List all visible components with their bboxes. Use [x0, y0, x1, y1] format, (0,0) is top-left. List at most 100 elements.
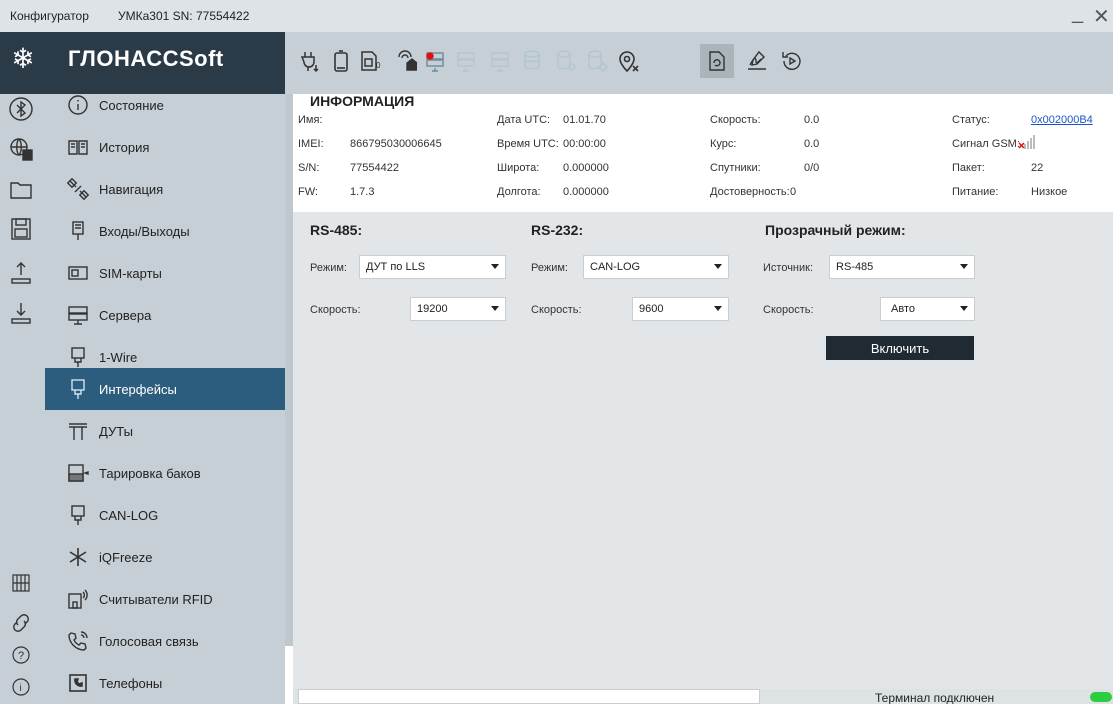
battery-icon[interactable] [328, 48, 354, 74]
upload-icon[interactable] [8, 260, 34, 286]
signature-icon[interactable] [744, 48, 770, 74]
packet-label: Пакет: [952, 162, 985, 174]
sidebar-item-label: Считыватели RFID [99, 591, 213, 607]
rs485-speed-select[interactable]: 19200 [410, 297, 506, 321]
logo-text: ГЛОНАССSoft [68, 46, 224, 71]
sidebar-item-label: Навигация [99, 181, 164, 197]
sidebar-item-phones[interactable]: Телефоны [45, 662, 285, 704]
plug-icon [63, 346, 93, 368]
rs232-mode-label: Режим: [531, 262, 568, 274]
rs485-speed-value: 19200 [417, 303, 448, 315]
link-icon[interactable] [8, 610, 34, 636]
fw-value: 1.7.3 [350, 186, 375, 198]
transparent-source-label: Источник: [763, 262, 814, 274]
sidebar-item-label: История [99, 139, 150, 155]
valid-label: Достоверность: [710, 186, 790, 198]
sidebar-item-navigation[interactable]: Навигация [45, 168, 285, 210]
server-icon [63, 304, 93, 326]
snowflake-logo-icon: ❄ [11, 43, 35, 74]
gsm-label: Сигнал GSM: [952, 138, 1020, 150]
phone-book-icon [63, 672, 93, 694]
sidebar-item-tank-calibration[interactable]: Тарировка баков [45, 452, 285, 494]
bluetooth-icon[interactable] [8, 96, 34, 122]
folder-icon[interactable] [8, 176, 34, 202]
home-signal-icon[interactable] [392, 48, 418, 74]
sidebar-item-fuel-sensors[interactable]: ДУТы [45, 410, 285, 452]
sats-label: Спутники: [710, 162, 761, 174]
sidebar-scrollbar[interactable] [285, 94, 293, 646]
lon-value: 0.000000 [563, 186, 609, 198]
lat-label: Широта: [497, 162, 540, 174]
satellite-icon [63, 178, 93, 200]
sidebar-item-io[interactable]: Входы/Выходы [45, 210, 285, 252]
sidebar-item-status[interactable]: Состояние [45, 84, 285, 126]
rs485-speed-label: Скорость: [310, 304, 361, 316]
help-icon[interactable]: ? [8, 642, 34, 668]
database-settings-icon[interactable] [584, 48, 610, 74]
svg-text:i: i [20, 683, 22, 694]
chevron-down-icon [714, 264, 722, 269]
history-play-icon[interactable] [779, 48, 805, 74]
rs232-mode-select[interactable]: CAN-LOG [583, 255, 729, 279]
date-value: 01.01.70 [563, 114, 606, 126]
info-title: ИНФОРМАЦИЯ [310, 93, 415, 109]
rs485-mode-label: Режим: [310, 262, 347, 274]
rs232-speed-value: 9600 [639, 303, 664, 315]
sidebar-item-label: 1-Wire [99, 349, 138, 365]
database-icon-1[interactable] [520, 48, 546, 74]
left-icon-column: ? i [0, 94, 45, 704]
server-icon-2[interactable] [488, 48, 514, 74]
sidebar-item-history[interactable]: История [45, 126, 285, 168]
transparent-source-select[interactable]: RS-485 [829, 255, 975, 279]
close-button[interactable]: ✕ [1093, 4, 1110, 29]
name-label: Имя: [298, 114, 323, 126]
status-label: Статус: [952, 114, 990, 126]
rfid-reader-icon [63, 588, 93, 610]
info-icon[interactable]: i [8, 674, 34, 700]
rs485-mode-select[interactable]: ДУТ по LLS [359, 255, 506, 279]
location-off-icon[interactable] [616, 48, 642, 74]
status-bar: Терминал подключен [293, 689, 1113, 704]
connection-status: Терминал подключен [875, 691, 995, 704]
phone-icon [63, 630, 93, 652]
status-link[interactable]: 0x002000B4 [1031, 114, 1093, 126]
sidebar-item-sim[interactable]: SIM-карты [45, 252, 285, 294]
rs232-speed-select[interactable]: 9600 [632, 297, 729, 321]
imei-label: IMEI: [298, 138, 324, 150]
sidebar-item-label: iQFreeze [99, 549, 153, 565]
sidebar-item-voice[interactable]: Голосовая связь [45, 620, 285, 662]
sn-value: 77554422 [350, 162, 399, 174]
database-icon-2[interactable] [553, 48, 579, 74]
sidebar-item-interfaces[interactable]: Интерфейсы [45, 368, 285, 410]
server-icon-1[interactable] [454, 48, 480, 74]
imei-value: 866795030006645 [350, 138, 442, 150]
speed-label: Скорость: [710, 114, 761, 126]
minimize-button[interactable]: _ [1072, 2, 1083, 25]
info-panel: ИНФОРМАЦИЯ Имя: IMEI: 866795030006645 S/… [293, 93, 1113, 212]
sim-card-icon[interactable]: 0 [357, 48, 383, 74]
sidebar-item-can-log[interactable]: CAN-LOG [45, 494, 285, 536]
sn-label: S/N: [298, 162, 320, 174]
title-bar: Конфигуратор УМКа301 SN: 77554422 _ ✕ [0, 0, 1113, 32]
grid-icon[interactable] [8, 570, 34, 596]
sidebar-item-label: Телефоны [99, 675, 163, 691]
save-icon[interactable] [8, 216, 34, 242]
sidebar-item-label: CAN-LOG [99, 507, 159, 523]
sidebar-item-servers[interactable]: Сервера [45, 294, 285, 336]
snowflake-icon [63, 546, 93, 568]
course-label: Курс: [710, 138, 737, 150]
globe-device-icon[interactable] [8, 136, 34, 162]
sidebar-item-iqfreeze[interactable]: iQFreeze [45, 536, 285, 578]
sidebar-item-label: Голосовая связь [99, 633, 199, 649]
plug-icon[interactable] [297, 48, 323, 74]
download-icon[interactable] [8, 300, 34, 326]
sync-document-icon[interactable] [700, 44, 734, 78]
transparent-speed-select[interactable]: Авто [880, 297, 975, 321]
plug-icon [63, 504, 93, 526]
sidebar-item-label: Входы/Выходы [99, 223, 190, 239]
sidebar-item-rfid[interactable]: Считыватели RFID [45, 578, 285, 620]
sidebar-item-label: Сервера [99, 307, 152, 323]
enable-button[interactable]: Включить [826, 336, 974, 360]
rs485-title: RS-485: [310, 222, 363, 238]
server-error-icon[interactable] [423, 48, 449, 74]
